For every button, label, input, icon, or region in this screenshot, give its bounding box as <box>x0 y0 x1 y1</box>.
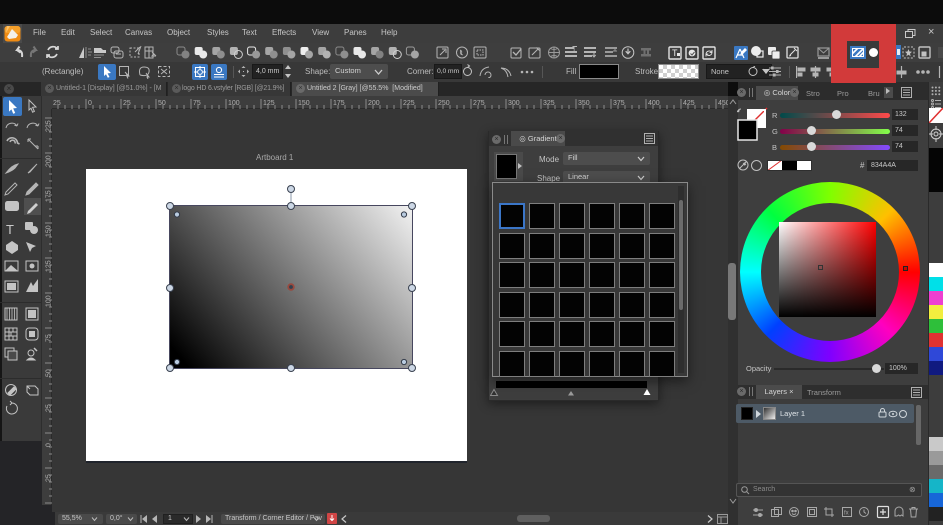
svg-text:450: 450 <box>718 100 728 107</box>
svg-text:125: 125 <box>263 100 275 107</box>
svg-text:75: 75 <box>193 100 201 107</box>
svg-text:400: 400 <box>648 100 660 107</box>
svg-text:250: 250 <box>438 100 450 107</box>
svg-text:25: 25 <box>123 100 131 107</box>
svg-text:fx: fx <box>844 511 849 517</box>
svg-text:150: 150 <box>298 100 310 107</box>
svg-text:300: 300 <box>508 100 520 107</box>
svg-text:200: 200 <box>368 100 380 107</box>
svg-text:100: 100 <box>228 100 240 107</box>
svg-text:T: T <box>572 46 577 53</box>
svg-text:350: 350 <box>578 100 590 107</box>
svg-text:325: 325 <box>543 100 555 107</box>
svg-text:425: 425 <box>683 100 695 107</box>
svg-text:25: 25 <box>53 100 61 107</box>
svg-text:50: 50 <box>158 100 166 107</box>
svg-text:175: 175 <box>333 100 345 107</box>
svg-text:225: 225 <box>403 100 415 107</box>
svg-text:0: 0 <box>88 100 92 107</box>
svg-text:T: T <box>6 222 14 237</box>
svg-text:275: 275 <box>473 100 485 107</box>
svg-text:375: 375 <box>613 100 625 107</box>
